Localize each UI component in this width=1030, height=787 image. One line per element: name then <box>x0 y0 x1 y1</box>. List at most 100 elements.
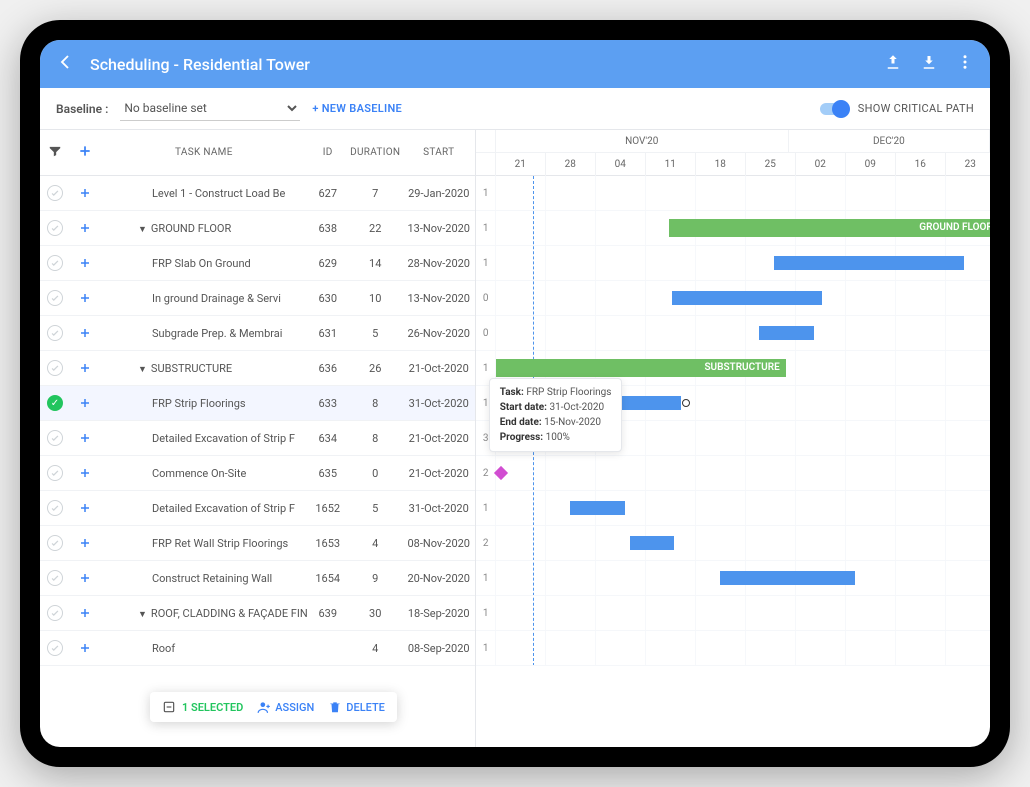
cell-start: 21-Oct-2020 <box>403 467 475 480</box>
row-add-icon[interactable] <box>70 362 100 374</box>
cell-id: 1653 <box>308 537 348 550</box>
task-bar[interactable] <box>672 291 822 305</box>
cell-duration: 4 <box>348 642 403 655</box>
cell-duration: 8 <box>348 397 403 410</box>
task-name: Detailed Excavation of Strip F <box>100 502 308 515</box>
gantt-track[interactable]: 2 <box>476 526 990 561</box>
back-icon[interactable] <box>56 53 74 75</box>
gantt-track[interactable]: 1 <box>476 491 990 526</box>
row-add-icon[interactable] <box>70 572 100 584</box>
table-row[interactable]: Roof408-Sep-2020 <box>40 631 475 666</box>
cell-start: 20-Nov-2020 <box>403 572 475 585</box>
cell-id: 627 <box>308 187 348 200</box>
row-add-icon[interactable] <box>70 467 100 479</box>
cell-id: 634 <box>308 432 348 445</box>
cell-start: 29-Jan-2020 <box>403 187 475 200</box>
row-add-icon[interactable] <box>70 327 100 339</box>
upload-icon[interactable] <box>884 53 902 75</box>
milestone-icon[interactable] <box>494 466 508 480</box>
row-add-icon[interactable] <box>70 502 100 514</box>
gantt-track[interactable]: 0 <box>476 316 990 351</box>
cell-duration: 30 <box>348 607 403 620</box>
cell-start: 18-Sep-2020 <box>403 607 475 620</box>
col-id: ID <box>308 147 348 158</box>
table-row[interactable]: Detailed Excavation of Strip F634821-Oct… <box>40 421 475 456</box>
task-name: Commence On-Site <box>100 467 308 480</box>
track-lead-cell: 2 <box>476 526 496 560</box>
task-bar[interactable] <box>570 501 625 515</box>
task-bar[interactable] <box>759 326 814 340</box>
cell-id: 633 <box>308 397 348 410</box>
task-bar[interactable] <box>630 536 674 550</box>
gantt-track[interactable]: 0 <box>476 281 990 316</box>
app-screen: Scheduling - Residential Tower Baseline … <box>40 40 990 747</box>
table-row[interactable]: Commence On-Site635021-Oct-2020 <box>40 456 475 491</box>
cell-id: 1654 <box>308 572 348 585</box>
row-add-icon[interactable] <box>70 257 100 269</box>
new-baseline-button[interactable]: + NEW BASELINE <box>312 102 402 115</box>
table-row[interactable]: Level 1 - Construct Load Be627729-Jan-20… <box>40 176 475 211</box>
day-header: 21 <box>496 153 546 176</box>
assign-button[interactable]: ASSIGN <box>257 700 314 714</box>
gantt-track[interactable]: 1 <box>476 596 990 631</box>
row-add-icon[interactable] <box>70 187 100 199</box>
summary-bar[interactable]: GROUND FLOOR <box>669 219 990 237</box>
task-grid: TASK NAME ID DURATION START Level 1 - Co… <box>40 130 476 747</box>
status-circle-icon <box>47 605 63 621</box>
add-task-icon[interactable] <box>78 144 92 161</box>
task-name: ▼GROUND FLOOR <box>100 222 308 235</box>
status-done-icon: ✓ <box>47 395 63 411</box>
status-circle-icon <box>47 255 63 271</box>
row-add-icon[interactable] <box>70 292 100 304</box>
gantt-track[interactable]: 1 <box>476 246 990 281</box>
task-name: Level 1 - Construct Load Be <box>100 187 308 200</box>
row-add-icon[interactable] <box>70 222 100 234</box>
task-bar[interactable] <box>720 571 855 585</box>
filter-icon[interactable] <box>48 144 62 161</box>
row-add-icon[interactable] <box>70 432 100 444</box>
table-row[interactable]: ▼ROOF, CLADDING & FAÇADE FIN6393018-Sep-… <box>40 596 475 631</box>
row-add-icon[interactable] <box>70 607 100 619</box>
gantt-track[interactable]: 1GROUND FLOOR <box>476 211 990 246</box>
cell-duration: 0 <box>348 467 403 480</box>
table-row[interactable]: Detailed Excavation of Strip F1652531-Oc… <box>40 491 475 526</box>
table-row[interactable]: Construct Retaining Wall1654920-Nov-2020 <box>40 561 475 596</box>
gantt-track[interactable]: 1 <box>476 561 990 596</box>
gantt-track[interactable]: 2 <box>476 456 990 491</box>
cell-id: 639 <box>308 607 348 620</box>
summary-bar[interactable]: SUBSTRUCTURE <box>496 359 786 377</box>
task-name: FRP Ret Wall Strip Floorings <box>100 537 308 550</box>
task-name: In ground Drainage & Servi <box>100 292 308 305</box>
more-icon[interactable] <box>956 53 974 75</box>
row-add-icon[interactable] <box>70 642 100 654</box>
critical-path-toggle[interactable] <box>820 103 850 115</box>
row-add-icon[interactable] <box>70 397 100 409</box>
table-row[interactable]: In ground Drainage & Servi6301013-Nov-20… <box>40 281 475 316</box>
cell-start: 26-Nov-2020 <box>403 327 475 340</box>
row-add-icon[interactable] <box>70 537 100 549</box>
table-row[interactable]: ✓FRP Strip Floorings633831-Oct-2020 <box>40 386 475 421</box>
download-icon[interactable] <box>920 53 938 75</box>
cell-duration: 9 <box>348 572 403 585</box>
cell-id: 638 <box>308 222 348 235</box>
month-header: DEC'20 <box>789 130 990 152</box>
table-row[interactable]: ▼GROUND FLOOR6382213-Nov-2020 <box>40 211 475 246</box>
status-circle-icon <box>47 640 63 656</box>
task-tooltip: Task: FRP Strip Floorings Start date: 31… <box>489 378 623 452</box>
day-header: 28 <box>546 153 596 176</box>
table-row[interactable]: Subgrade Prep. & Membrai631526-Nov-2020 <box>40 316 475 351</box>
table-row[interactable]: ▼SUBSTRUCTURE6362621-Oct-2020 <box>40 351 475 386</box>
baseline-select[interactable]: No baseline set <box>120 96 300 121</box>
gantt-chart[interactable]: NOV'20 DEC'20 21280411182502091623 11GRO… <box>476 130 990 747</box>
task-name: Subgrade Prep. & Membrai <box>100 327 308 340</box>
gantt-track[interactable]: 1 <box>476 631 990 666</box>
status-circle-icon <box>47 500 63 516</box>
gantt-track[interactable]: 1 <box>476 176 990 211</box>
day-header: 11 <box>646 153 696 176</box>
col-duration: DURATION <box>348 147 403 158</box>
task-bar[interactable] <box>774 256 964 270</box>
table-row[interactable]: FRP Slab On Ground6291428-Nov-2020 <box>40 246 475 281</box>
cell-start: 13-Nov-2020 <box>403 292 475 305</box>
table-row[interactable]: FRP Ret Wall Strip Floorings1653408-Nov-… <box>40 526 475 561</box>
delete-button[interactable]: DELETE <box>328 700 385 714</box>
